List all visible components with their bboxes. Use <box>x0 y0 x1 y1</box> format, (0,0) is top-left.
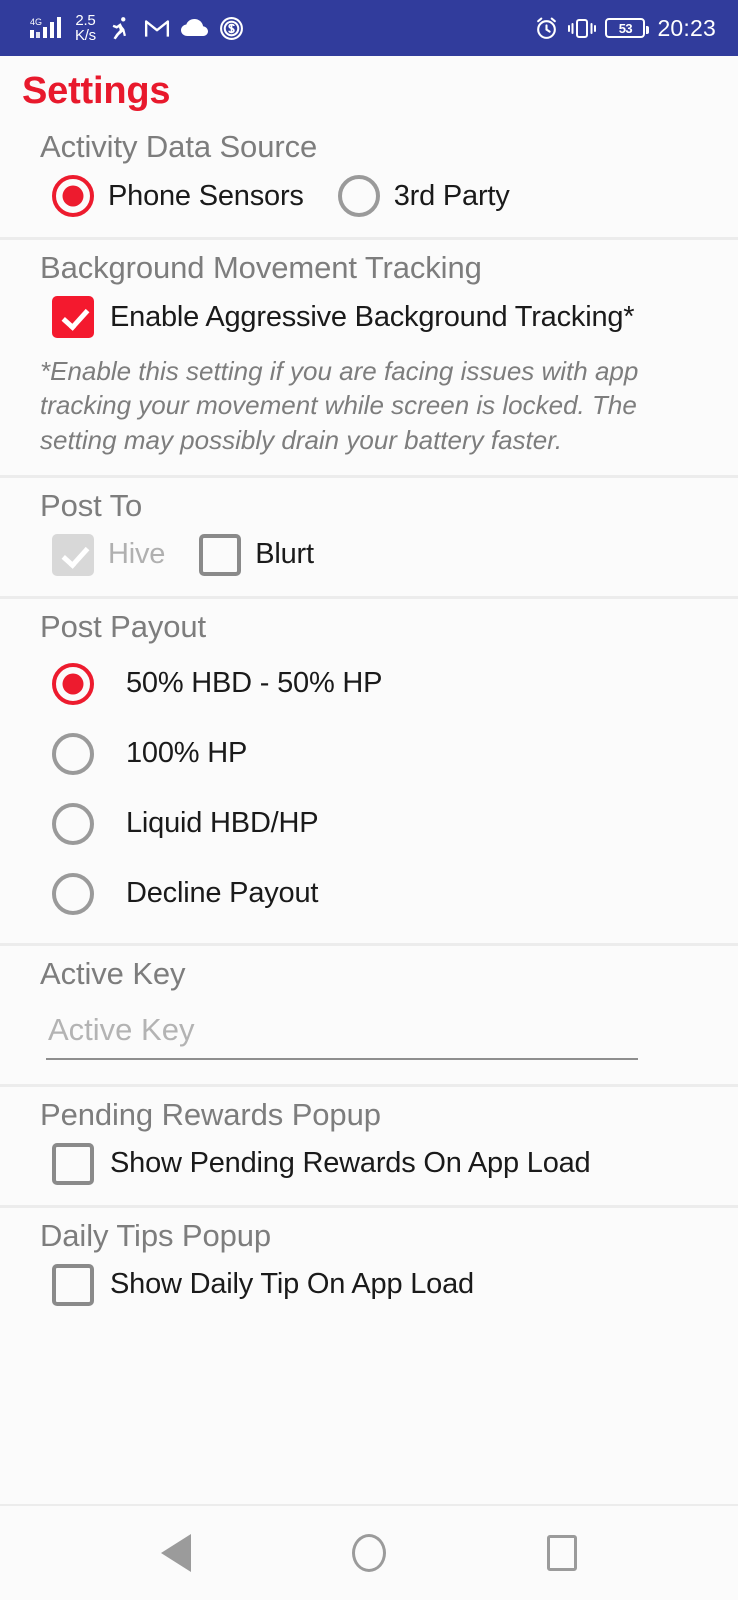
cloud-icon <box>180 18 208 38</box>
checkbox-hive <box>52 533 94 576</box>
clock-label: 20:23 <box>657 14 716 41</box>
svg-text:4G: 4G <box>30 17 42 27</box>
battery-level-label: 53 <box>618 20 633 36</box>
checkbox-label-daily-tip: Show Daily Tip On App Load <box>110 1268 474 1301</box>
page-title: Settings <box>22 70 171 112</box>
section-post-to: Post To Hive Blurt <box>0 478 738 599</box>
vibrate-icon <box>568 16 597 41</box>
radio-decline-payout[interactable] <box>52 872 94 915</box>
checkbox-daily-tip[interactable] <box>52 1263 94 1306</box>
radio-phone-sensors[interactable] <box>52 175 94 217</box>
gmail-icon <box>144 17 170 39</box>
network-speed-unit: K/s <box>75 27 96 44</box>
network-speed-indicator: 2.5 K/s <box>75 13 96 43</box>
status-bar-left: 4G 2.5 K/s <box>30 13 244 43</box>
battery-icon: 53 <box>605 18 650 38</box>
checkbox-aggressive-tracking[interactable] <box>52 296 94 338</box>
section-title-background-movement-tracking: Background Movement Tracking <box>40 250 482 285</box>
active-key-input[interactable] <box>46 1011 638 1060</box>
section-background-movement-tracking: Background Movement Tracking Enable Aggr… <box>0 240 738 478</box>
section-pending-rewards-popup: Pending Rewards Popup Show Pending Rewar… <box>0 1087 738 1208</box>
section-active-key: Active Key <box>0 946 738 1087</box>
section-title-post-payout: Post Payout <box>40 608 207 644</box>
section-daily-tips-popup: Daily Tips Popup Show Daily Tip On App L… <box>0 1208 738 1326</box>
active-key-field-wrap <box>0 996 738 1070</box>
section-title-post-to: Post To <box>40 487 143 523</box>
radio-label-decline-payout: Decline Payout <box>126 877 319 910</box>
nav-recents-button[interactable] <box>517 1523 607 1583</box>
section-activity-data-source: Activity Data Source Phone Sensors 3rd P… <box>0 119 738 240</box>
back-triangle-icon <box>161 1534 192 1572</box>
radio-label-liquid-hbd-hp: Liquid HBD/HP <box>126 807 319 840</box>
radio-3rd-party[interactable] <box>337 175 380 217</box>
coin-icon <box>219 16 244 41</box>
settings-content: Activity Data Source Phone Sensors 3rd P… <box>0 119 738 1504</box>
section-title-activity-data-source: Activity Data Source <box>40 129 318 164</box>
section-title-daily-tips-popup: Daily Tips Popup <box>40 1217 272 1253</box>
signal-icon: 4G <box>30 15 64 41</box>
alarm-icon <box>534 16 559 41</box>
radio-label-phone-sensors: Phone Sensors <box>108 179 304 212</box>
activity-data-source-options: Phone Sensors 3rd Party <box>0 169 738 223</box>
radio-option-decline-payout[interactable]: Decline Payout <box>0 859 738 929</box>
recents-square-icon <box>546 1535 577 1571</box>
checkbox-label-pending-rewards: Show Pending Rewards On App Load <box>110 1147 591 1180</box>
radio-option-100-hp[interactable]: 100% HP <box>0 719 738 789</box>
network-speed-value: 2.5 <box>75 12 96 29</box>
nav-home-button[interactable] <box>324 1523 414 1583</box>
radio-label-3rd-party: 3rd Party <box>393 179 510 212</box>
radio-option-hbd-hp-split[interactable]: 50% HBD - 50% HP <box>0 649 738 719</box>
checkbox-option-blurt[interactable]: Blurt <box>199 533 314 576</box>
radio-hbd-hp-split[interactable] <box>52 662 94 705</box>
checkbox-option-pending-rewards[interactable]: Show Pending Rewards On App Load <box>0 1137 738 1191</box>
status-bar-right: 53 20:23 <box>534 15 716 42</box>
checkbox-label-aggressive-tracking: Enable Aggressive Background Tracking* <box>110 300 635 333</box>
checkbox-option-hive: Hive <box>52 533 166 576</box>
radio-100-hp[interactable] <box>52 732 94 775</box>
checkbox-option-aggressive-tracking[interactable]: Enable Aggressive Background Tracking* <box>0 290 738 344</box>
radio-label-100-hp: 100% HP <box>126 737 248 770</box>
radio-option-liquid-hbd-hp[interactable]: Liquid HBD/HP <box>0 789 738 859</box>
radio-liquid-hbd-hp[interactable] <box>52 802 94 845</box>
status-bar: 4G 2.5 K/s 53 20:23 <box>0 0 738 56</box>
section-title-active-key: Active Key <box>40 955 186 991</box>
post-to-options: Hive Blurt <box>0 528 738 582</box>
nav-back-button[interactable] <box>131 1523 221 1583</box>
android-navigation-bar <box>0 1504 738 1600</box>
checkbox-label-blurt: Blurt <box>255 538 314 571</box>
section-post-payout: Post Payout 50% HBD - 50% HP 100% HP Liq… <box>0 599 738 946</box>
radio-option-3rd-party[interactable]: 3rd Party <box>337 175 510 217</box>
radio-label-hbd-hp-split: 50% HBD - 50% HP <box>126 667 383 700</box>
checkbox-blurt[interactable] <box>199 533 242 576</box>
phone-screen: 4G 2.5 K/s 53 20:23 Settings Activity Da… <box>0 0 738 1600</box>
home-circle-icon <box>351 1534 386 1572</box>
help-text-background-tracking: *Enable this setting if you are facing i… <box>40 356 639 455</box>
radio-option-phone-sensors[interactable]: Phone Sensors <box>52 175 304 217</box>
section-title-pending-rewards-popup: Pending Rewards Popup <box>40 1096 381 1132</box>
checkbox-pending-rewards[interactable] <box>52 1142 94 1185</box>
fitness-icon <box>107 15 133 41</box>
checkbox-label-hive: Hive <box>108 538 166 571</box>
checkbox-option-daily-tip[interactable]: Show Daily Tip On App Load <box>0 1258 738 1312</box>
